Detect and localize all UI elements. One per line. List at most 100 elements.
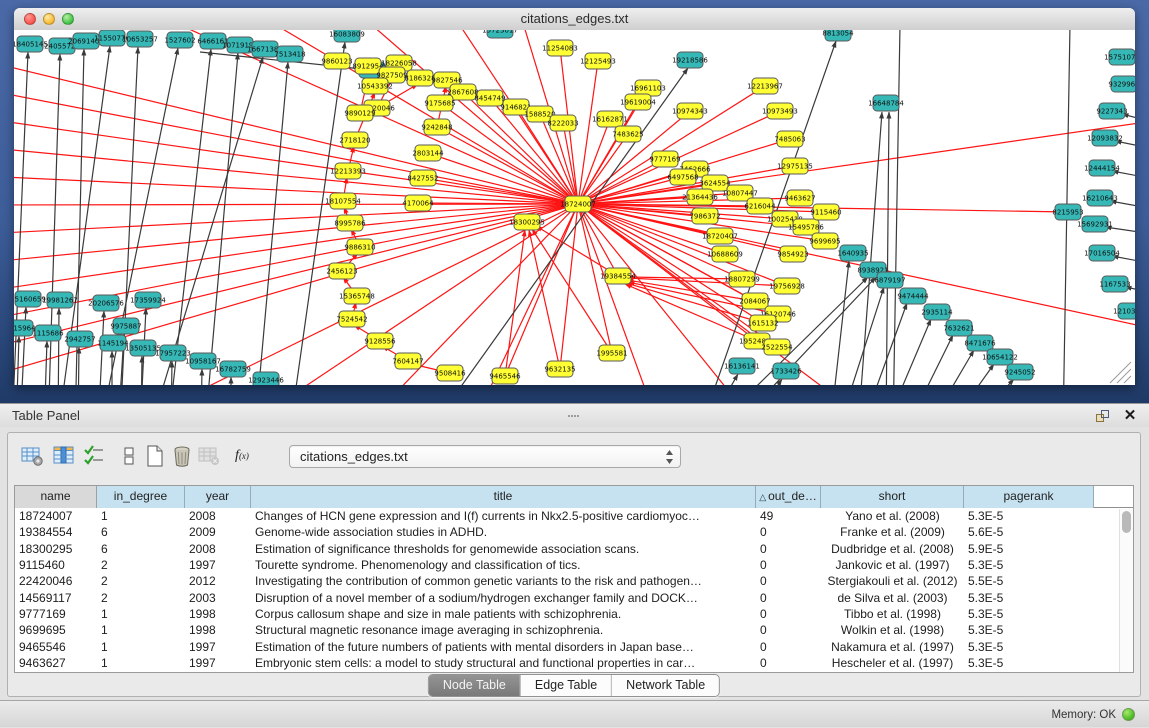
row-selection-button[interactable]	[82, 443, 108, 469]
col-header-out-degree[interactable]: △out_de…	[756, 486, 821, 508]
graph-node[interactable]: 11254083	[542, 40, 578, 56]
graph-node[interactable]: 17359924	[130, 292, 166, 308]
table-selector[interactable]: citations_edges.txt	[289, 445, 681, 468]
function-builder-button[interactable]: f(x)	[229, 443, 255, 469]
graph-node[interactable]: 9329966	[1108, 76, 1135, 92]
graph-node[interactable]: 19619004	[620, 94, 656, 110]
graph-node[interactable]: 2456123	[326, 263, 357, 279]
graph-node[interactable]: 9175685	[424, 95, 455, 111]
table-options-button[interactable]	[19, 443, 45, 469]
graph-node[interactable]: 7524542	[336, 311, 367, 327]
graph-node[interactable]: 12093832	[1087, 130, 1123, 146]
graph-node[interactable]: 12103416	[1113, 303, 1135, 319]
window-titlebar[interactable]: citations_edges.txt	[14, 8, 1135, 31]
close-panel-button[interactable]: ✕	[1121, 407, 1139, 425]
tab-node-table[interactable]: Node Table	[429, 675, 520, 696]
col-header-short[interactable]: short	[821, 486, 964, 508]
graph-node[interactable]: 1733426	[770, 363, 802, 379]
table-row[interactable]: 969969511998Structural magnetic resonanc…	[15, 622, 1133, 638]
graph-node[interactable]: 18107554	[325, 193, 361, 209]
graph-node[interactable]: 12444154	[1084, 160, 1120, 176]
graph-node[interactable]: 2942757	[64, 331, 95, 347]
graph-node[interactable]: 2803144	[412, 145, 444, 161]
graph-node[interactable]: 8222033	[547, 115, 578, 131]
graph-node[interactable]: 12975135	[777, 158, 813, 174]
graph-node[interactable]: 9777169	[649, 151, 680, 167]
col-header-pagerank[interactable]: pagerank	[964, 486, 1094, 508]
delete-column-button[interactable]	[169, 443, 195, 469]
graph-node[interactable]: 7632621	[943, 320, 974, 336]
graph-node[interactable]: 7604147	[392, 353, 423, 369]
graph-node[interactable]: 10973493	[762, 103, 798, 119]
graph-node[interactable]: 8813054	[822, 30, 854, 41]
graph-node[interactable]: 25160659	[14, 291, 46, 307]
table-row[interactable]: 1938455462009Genome-wide association stu…	[15, 524, 1133, 540]
col-header-in-degree[interactable]: in_degree	[97, 486, 185, 508]
graph-node[interactable]: 10653257	[122, 31, 158, 47]
graph-node[interactable]: 15751074	[1104, 49, 1135, 65]
graph-node[interactable]: 7986372	[689, 208, 720, 224]
graph-node[interactable]: 9242848	[421, 119, 452, 135]
graph-node[interactable]: 17016504	[1084, 245, 1120, 261]
graph-hub-node[interactable]: 18724007	[560, 196, 596, 212]
graph-node[interactable]: 16162871	[592, 111, 628, 127]
graph-node[interactable]: 16210643	[1082, 190, 1118, 206]
graph-node[interactable]: 9128556	[364, 333, 396, 349]
graph-node[interactable]: 12213967	[747, 78, 783, 94]
graph-node[interactable]: 18807299	[724, 271, 760, 287]
graph-node[interactable]: 9245052	[1004, 364, 1035, 380]
graph-node[interactable]: 8215953	[1052, 204, 1083, 220]
graph-node[interactable]: 1527602	[164, 32, 195, 48]
graph-node[interactable]: 20206576	[88, 295, 124, 311]
graph-node[interactable]: 18720407	[702, 228, 738, 244]
table-scrollbar[interactable]	[1119, 509, 1133, 672]
graph-node[interactable]: 19384554	[600, 268, 636, 284]
graph-node[interactable]: 19981267	[42, 292, 78, 308]
graph-svg[interactable]: 1840514524055724206914061155077610653257…	[14, 30, 1135, 385]
graph-node[interactable]: 9474444	[897, 288, 929, 304]
table-row[interactable]: 1830029562008Estimation of significance …	[15, 541, 1133, 557]
graph-node[interactable]: 9115460	[810, 204, 841, 220]
graph-node[interactable]: 8995786	[334, 215, 366, 231]
window-minimize-button[interactable]	[43, 13, 55, 25]
resize-grip-icon[interactable]	[1110, 362, 1131, 383]
graph-node[interactable]: 2935114	[921, 304, 953, 320]
graph-node[interactable]: 19218586	[672, 52, 708, 68]
graph-node[interactable]: 1995581	[596, 345, 627, 361]
graph-node[interactable]: 2718120	[339, 132, 370, 148]
graph-node[interactable]: 16136141	[724, 358, 760, 374]
graph-node[interactable]: 21364436	[682, 189, 718, 205]
graph-node[interactable]: 9886310	[344, 239, 375, 255]
graph-node[interactable]: 9463627	[784, 190, 815, 206]
graph-node[interactable]: 12923446	[248, 372, 284, 385]
graph-node[interactable]: 12125493	[580, 53, 616, 69]
graph-node[interactable]: 15723017	[482, 30, 518, 38]
graph-node[interactable]: 9699695	[809, 233, 840, 249]
graph-node[interactable]: 4170064	[402, 195, 434, 211]
column-visibility-button[interactable]	[51, 443, 77, 469]
graph-node[interactable]: 16083809	[329, 30, 365, 42]
table-row[interactable]: 2242004622012Investigating the contribut…	[15, 573, 1133, 589]
graph-node[interactable]: 9632135	[544, 361, 575, 377]
graph-node[interactable]: 15692931	[1077, 216, 1113, 232]
graph-node[interactable]: 1640935	[837, 245, 868, 261]
selection-mode-button[interactable]	[116, 443, 142, 469]
graph-node[interactable]: 18405145	[14, 36, 48, 52]
graph-node[interactable]: 8427552	[407, 170, 438, 186]
col-header-year[interactable]: year	[185, 486, 251, 508]
col-header-name[interactable]: name	[15, 486, 97, 508]
graph-node[interactable]: 6216044	[744, 198, 776, 214]
graph-node[interactable]: 7485063	[774, 131, 805, 147]
tab-network-table[interactable]: Network Table	[611, 675, 719, 696]
graph-node[interactable]: 19756928	[769, 278, 805, 294]
new-table-button[interactable]	[142, 443, 168, 469]
graph-node[interactable]: 1615132	[747, 315, 778, 331]
scrollbar-thumb[interactable]	[1122, 511, 1131, 533]
table-row[interactable]: 911546021997Tourette syndrome. Phenomeno…	[15, 557, 1133, 573]
graph-node[interactable]: 1167533	[1099, 276, 1130, 292]
graph-node[interactable]: 1115686	[32, 325, 64, 341]
graph-node[interactable]: 10654122	[982, 349, 1018, 365]
graph-node[interactable]: 15365748	[339, 288, 375, 304]
graph-node[interactable]: 9508416	[434, 365, 466, 381]
graph-node[interactable]: 10974343	[672, 103, 708, 119]
